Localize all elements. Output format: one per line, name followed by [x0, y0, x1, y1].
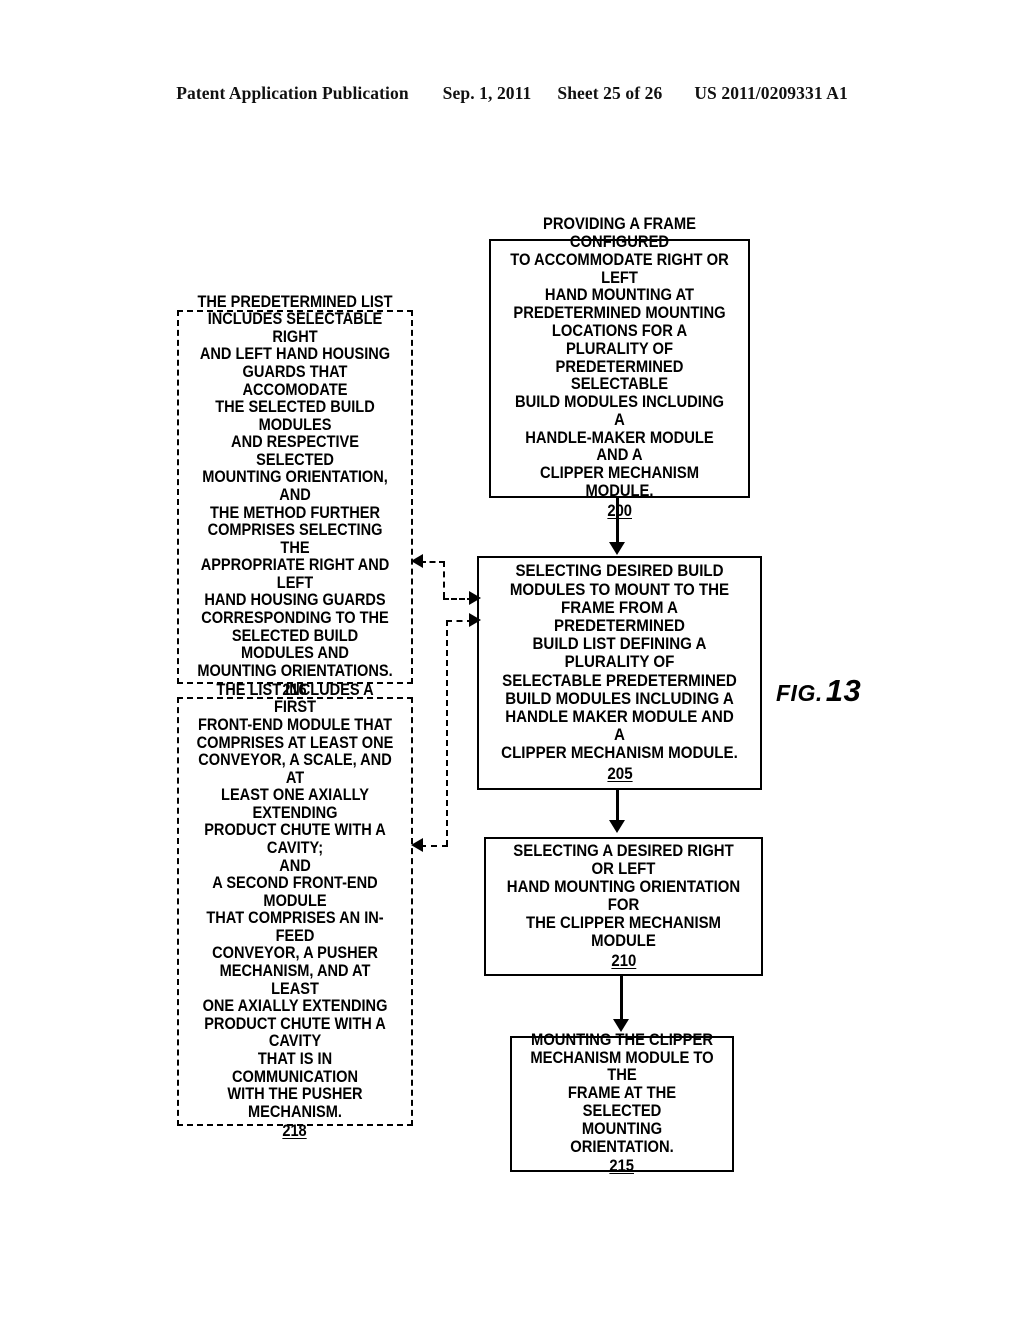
- connector-216-to-205-arrowhead-icon: [469, 591, 481, 605]
- figure-label: FIG.13: [776, 673, 861, 709]
- flowchart-node-205-ref: 205: [606, 763, 633, 783]
- flowchart-node-210-ref: 210: [611, 951, 636, 970]
- connector-218-arrowhead-icon: [411, 838, 423, 852]
- flowchart-node-210: SELECTING A DESIRED RIGHT OR LEFT HAND M…: [484, 837, 763, 976]
- connector-210-to-215-arrowhead-icon: [613, 1019, 629, 1032]
- flowchart-node-218-ref: 218: [282, 1122, 308, 1141]
- flowchart-node-215-ref: 215: [609, 1157, 635, 1176]
- flowchart-node-218: THE LIST INCLUDES A FIRST FRONT-END MODU…: [177, 681, 413, 1140]
- header-sheet: Sheet 25 of 26: [557, 83, 663, 103]
- connector-205-to-210-line: [616, 790, 619, 822]
- connector-218-to-205-segment-vertical: [446, 620, 448, 846]
- connector-216-to-205-segment-horizontal-upper: [420, 561, 445, 563]
- flowchart-node-200-ref: 200: [607, 501, 632, 520]
- header-date: Sep. 1, 2011: [442, 83, 532, 103]
- flowchart-node-215-text: MOUNTING THE CLIPPER MECHANISM MODULE TO…: [530, 1030, 714, 1156]
- flowchart-node-215: MOUNTING THE CLIPPER MECHANISM MODULE TO…: [510, 1031, 734, 1175]
- flowchart-node-216: THE PREDETERMINED LIST INCLUDES SELECTAB…: [177, 293, 413, 699]
- connector-210-to-215-line: [620, 976, 623, 1021]
- flowchart-node-200: PROVIDING A FRAME CONFIGURED TO ACCOMMOD…: [489, 215, 750, 520]
- header-patent-number: US 2011/0209331 A1: [694, 83, 848, 103]
- flowchart-node-210-text: SELECTING A DESIRED RIGHT OR LEFT HAND M…: [506, 841, 741, 950]
- flowchart-node-218-text: THE LIST INCLUDES A FIRST FRONT-END MODU…: [196, 680, 394, 1121]
- connector-200-to-205-arrowhead-icon: [609, 542, 625, 555]
- flowchart-node-216-text: THE PREDETERMINED LIST INCLUDES SELECTAB…: [197, 292, 393, 680]
- figure-label-number: 13: [825, 673, 862, 708]
- header-publication: Patent Application Publication: [176, 83, 409, 103]
- connector-218-to-205-segment-horizontal-lower: [420, 845, 448, 847]
- flowchart-node-200-text: PROVIDING A FRAME CONFIGURED TO ACCOMMOD…: [510, 215, 729, 501]
- flowchart-node-205: SELECTING DESIRED BUILD MODULES TO MOUNT…: [477, 556, 762, 790]
- flowchart-node-205-text: SELECTING DESIRED BUILD MODULES TO MOUNT…: [501, 561, 738, 763]
- connector-218-to-205-arrowhead-icon: [469, 613, 481, 627]
- connector-216-arrowhead-icon: [411, 554, 423, 568]
- figure-label-word: FIG.: [776, 680, 823, 706]
- connector-216-to-205-segment-vertical: [443, 561, 445, 598]
- connector-205-to-210-arrowhead-icon: [609, 820, 625, 833]
- connector-200-to-205-line: [616, 498, 619, 544]
- page-header: Patent Application Publication Sep. 1, 20…: [0, 83, 1024, 104]
